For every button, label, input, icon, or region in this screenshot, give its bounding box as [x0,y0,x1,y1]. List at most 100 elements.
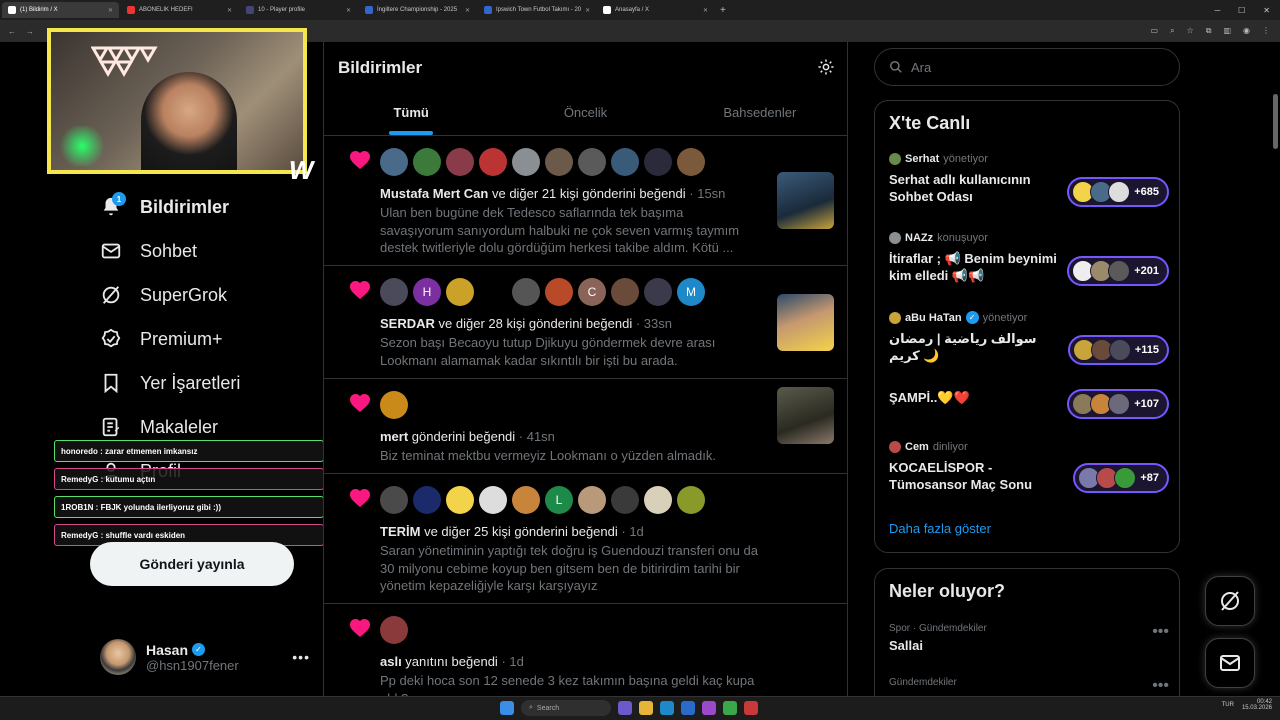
forward-icon[interactable]: → [26,27,34,36]
maximize-icon[interactable]: ☐ [1238,6,1245,15]
avatar[interactable] [512,148,540,176]
avatar[interactable] [677,148,705,176]
notification-item[interactable]: aslı yanıtını beğendi · 1d Pp deki hoca … [324,604,847,696]
nav-bookmarks[interactable]: Yer İşaretleri [100,361,240,405]
language-indicator[interactable]: TUR [1222,702,1234,708]
app-icon[interactable] [702,701,716,715]
author-name[interactable]: Mustafa Mert Can [380,186,488,201]
tab-tumu[interactable]: Tümü [324,89,498,135]
avatar[interactable] [380,616,408,644]
new-tab-icon[interactable]: + [720,5,726,16]
edge-icon[interactable] [660,701,674,715]
trend-item[interactable]: Gündemdekiler ••• [889,677,1169,695]
author-name[interactable]: TERİM [380,524,420,539]
avatar[interactable] [512,278,540,306]
browser-tab-6[interactable]: Anasayfa / X ✕ [597,2,714,18]
space-listeners-pill[interactable]: +201 [1067,256,1169,286]
avatar[interactable] [545,278,573,306]
space-item[interactable]: NAZz konuşuyor İtiraflar ; 📢 Benim beynim… [889,232,1169,286]
close-tab-icon[interactable]: ✕ [108,7,113,14]
notification-item[interactable]: Mustafa Mert Can ve diğer 21 kişi gönder… [324,136,847,266]
search-input[interactable]: Ara [874,48,1180,86]
nav-bildirimler[interactable]: 1 Bildirimler [100,185,240,229]
browser-tab-5[interactable]: Ipswich Town Futbol Takımı - 20 ✕ [478,2,595,18]
space-listeners-pill[interactable]: +115 [1067,335,1169,365]
gear-icon[interactable] [817,58,835,76]
browser-tab-3[interactable]: 10 - Player profile ✕ [240,2,357,18]
menu-icon[interactable]: ⋮ [1262,26,1270,36]
avatar[interactable] [413,148,441,176]
nav-sohbet[interactable]: Sohbet [100,229,240,273]
more-icon[interactable]: ••• [292,649,310,665]
avatar[interactable] [644,278,672,306]
avatar[interactable] [644,148,672,176]
space-item[interactable]: Serhat yönetiyor Serhat adlı kullanıcının… [889,153,1169,207]
more-icon[interactable]: ••• [1152,677,1169,695]
notification-item[interactable]: L TERİM ve diğer 25 kişi gönderini beğen… [324,474,847,604]
close-tab-icon[interactable]: ✕ [585,7,590,14]
avatar[interactable] [545,148,573,176]
account-switcher[interactable]: Hasan ✓ @hsn1907fener ••• [100,639,310,675]
avatar[interactable] [578,486,606,514]
browser-tab-4[interactable]: İngiltere Championship - 2025 ✕ [359,2,476,18]
extensions-icon[interactable]: ⧉ [1206,26,1212,36]
avatar[interactable]: L [545,486,573,514]
app-icon[interactable] [618,701,632,715]
space-listeners-pill[interactable]: +685 [1067,177,1169,207]
back-icon[interactable]: ← [8,27,16,36]
avatar[interactable]: M [677,278,705,306]
app-icon[interactable] [681,701,695,715]
close-tab-icon[interactable]: ✕ [227,7,232,14]
avatar[interactable] [578,148,606,176]
avatar[interactable] [380,278,408,306]
chrome-icon[interactable] [723,701,737,715]
browser-tab-1[interactable]: (1) Bildirim / X ✕ [2,2,119,18]
avatar[interactable] [446,486,474,514]
tab-oncelik[interactable]: Öncelik [498,89,672,135]
avatar[interactable] [380,486,408,514]
avatar[interactable] [611,486,639,514]
messages-fab-button[interactable] [1205,638,1255,688]
post-button[interactable]: Gönderi yayınla [90,542,294,586]
avatar[interactable] [446,148,474,176]
grok-fab-button[interactable] [1205,576,1255,626]
space-item[interactable]: ŞAMPİ..💛❤️ +107 [889,389,1169,419]
star-icon[interactable]: ☆ [1187,26,1194,36]
avatar[interactable] [380,391,408,419]
taskbar-search[interactable]: ⌕ Search [521,700,611,716]
post-thumbnail[interactable] [777,294,834,351]
close-tab-icon[interactable]: ✕ [465,7,470,14]
space-item[interactable]: aBu HaTan ✓ yönetiyor سوالف رياضية | رمضان… [889,311,1169,365]
notification-item[interactable]: H C M SERDAR ve diğer 28 kişi gönderini … [324,266,847,379]
trend-item[interactable]: Spor · Gündemdekiler Sallai ••• [889,623,1169,653]
app-icon[interactable] [744,701,758,715]
nav-premium[interactable]: Premium+ [100,317,240,361]
avatar[interactable] [644,486,672,514]
avatar[interactable] [677,486,705,514]
close-tab-icon[interactable]: ✕ [346,7,351,14]
author-name[interactable]: mert [380,429,408,444]
avatar[interactable] [479,148,507,176]
avatar[interactable]: C [578,278,606,306]
avatar[interactable] [512,486,540,514]
avatar[interactable] [611,278,639,306]
close-tab-icon[interactable]: ✕ [703,7,708,14]
sidebar-icon[interactable]: ▥ [1223,26,1231,36]
nav-supergrok[interactable]: SuperGrok [100,273,240,317]
browser-tab-2[interactable]: ABONELIK HEDEFI ✕ [121,2,238,18]
avatar[interactable] [380,148,408,176]
avatar[interactable] [446,278,474,306]
avatar[interactable]: H [413,278,441,306]
space-listeners-pill[interactable]: +87 [1073,463,1169,493]
scrollbar[interactable] [1273,94,1278,149]
avatar[interactable] [413,486,441,514]
windows-start-icon[interactable] [500,701,514,715]
space-item[interactable]: Cem dinliyor KOCAELİSPOR - Tümosansor Maç… [889,441,1169,493]
post-thumbnail[interactable] [777,387,834,444]
show-more-link[interactable]: Daha fazla göster [889,521,991,536]
close-window-icon[interactable]: ✕ [1263,6,1270,15]
post-thumbnail[interactable] [777,172,834,229]
folder-icon[interactable] [639,701,653,715]
tab-bahsedenler[interactable]: Bahsedenler [673,89,847,135]
minimize-icon[interactable]: ─ [1214,6,1220,15]
